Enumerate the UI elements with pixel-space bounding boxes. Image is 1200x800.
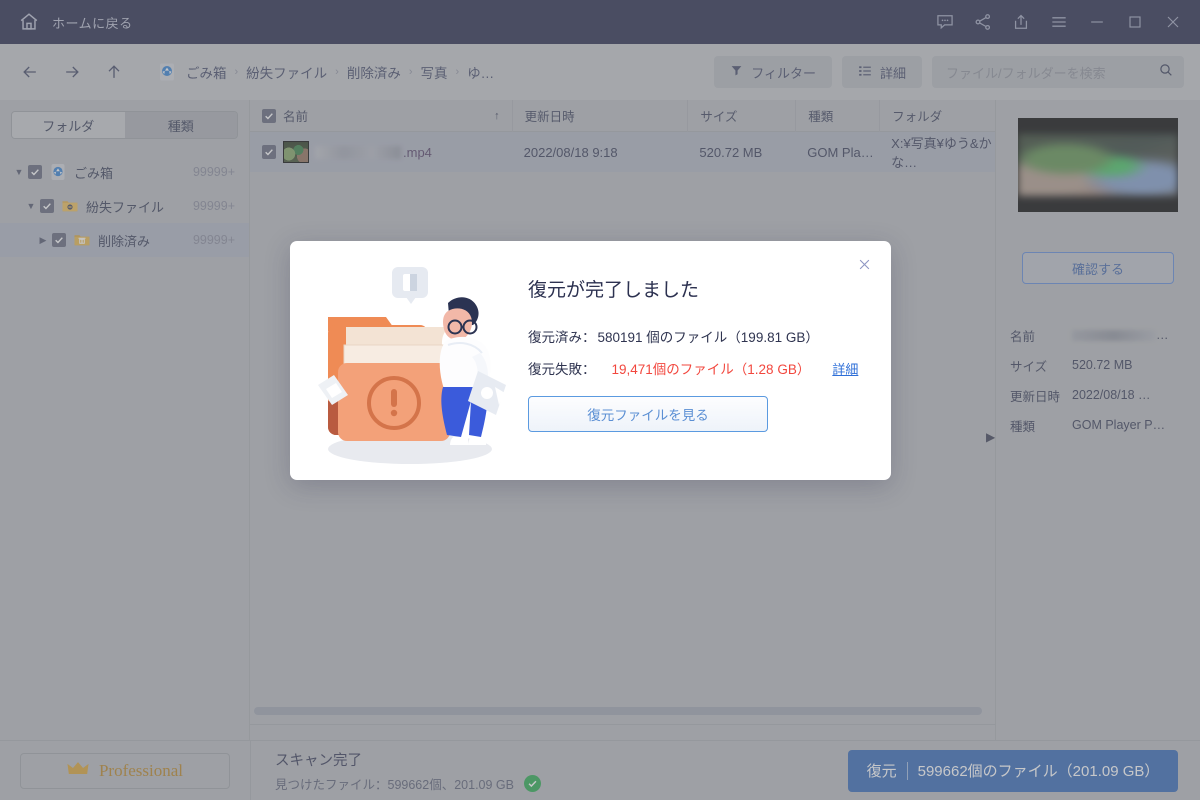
- restore-complete-dialog: 復元が完了しました 復元済み： 580191 個のファイル（199.81 GB）…: [290, 241, 891, 480]
- dialog-title: 復元が完了しました: [528, 280, 700, 301]
- restored-summary: 復元済み： 580191 個のファイル（199.81 GB）: [528, 326, 867, 346]
- view-restored-files-button[interactable]: 復元ファイルを見る: [528, 396, 768, 432]
- dialog-body: 復元が完了しました 復元済み： 580191 個のファイル（199.81 GB）…: [528, 241, 891, 480]
- failed-summary: 復元失敗： 19,471個のファイル（1.28 GB） 詳細: [528, 358, 867, 378]
- restored-value: 580191 個のファイル（199.81 GB）: [597, 330, 819, 345]
- app-window: ホームに戻る ごみ箱 › 紛失ファイル › 削除済み › 写真 › ゆ… フィル…: [0, 0, 1200, 800]
- failed-label: 復元失敗：: [528, 362, 596, 377]
- restored-label: 復元済み：: [528, 330, 596, 345]
- failed-value: 19,471個のファイル（1.28 GB）: [611, 362, 811, 377]
- detail-link[interactable]: 詳細: [832, 359, 858, 378]
- close-icon[interactable]: [853, 253, 875, 275]
- folder-warning-person-illustration: [290, 241, 528, 480]
